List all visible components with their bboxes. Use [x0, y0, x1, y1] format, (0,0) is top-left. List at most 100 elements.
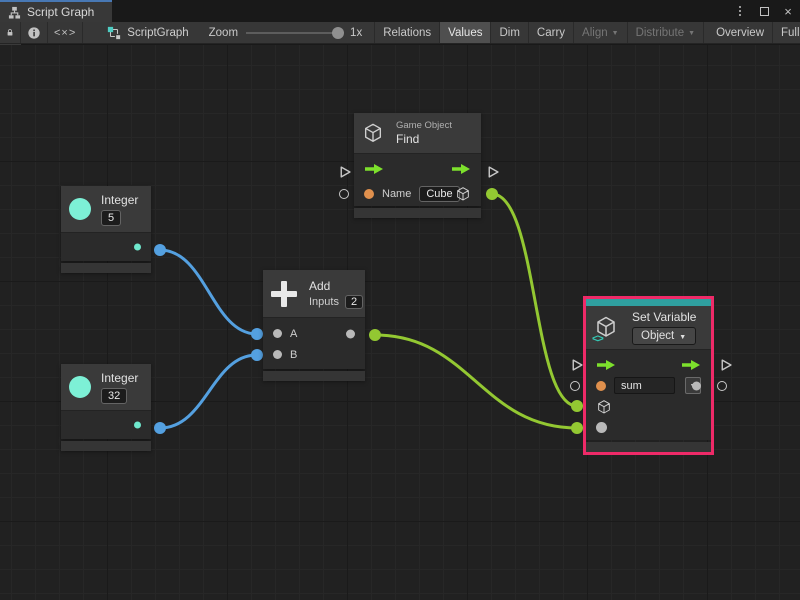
values-button[interactable]: Values	[440, 22, 491, 43]
node-title: Integer	[101, 371, 138, 385]
scope-value: Object	[641, 330, 674, 342]
find-flow-out-port[interactable]	[486, 165, 499, 178]
node-title: Add	[309, 279, 363, 293]
unity-script-graph-window: Script Graph ×	[0, 0, 800, 600]
wire-integer1-to-add-a[interactable]	[160, 250, 257, 334]
find-flow-in-port[interactable]	[338, 165, 351, 178]
gameobject-cube-icon	[362, 122, 384, 144]
distribute-button[interactable]: Distribute ▼	[628, 22, 705, 43]
wire-endpoint[interactable]	[251, 349, 263, 361]
overview-button[interactable]: Overview	[708, 22, 773, 43]
integer-value-field[interactable]: 5	[101, 210, 121, 226]
node-footer	[61, 263, 151, 273]
maximize-button[interactable]	[756, 3, 772, 19]
wire-find-to-setvariable-target[interactable]	[492, 194, 577, 406]
add-icon	[271, 281, 297, 307]
target-gameobject-port-cube-icon[interactable]	[596, 399, 612, 415]
chevron-down-icon: ▼	[679, 334, 686, 341]
setvariable-flow-in-port[interactable]	[570, 358, 583, 371]
zoom-slider-handle[interactable]	[332, 27, 344, 39]
wire-endpoint[interactable]	[154, 244, 166, 256]
tab-script-graph[interactable]: Script Graph	[0, 0, 112, 22]
wire-endpoint[interactable]	[571, 400, 583, 412]
zoom-slider[interactable]	[246, 32, 342, 34]
flow-out-arrow-icon[interactable]	[681, 359, 701, 371]
close-button[interactable]: ×	[780, 3, 796, 19]
dim-label: Dim	[499, 27, 519, 39]
node-footer	[354, 208, 481, 218]
setvariable-value-out-port-outer[interactable]	[717, 381, 727, 391]
zoom-value: 1x	[350, 27, 362, 39]
node-footer	[61, 441, 151, 451]
code-view-button[interactable]: <×>	[48, 22, 83, 43]
node-title: Set Variable	[632, 310, 696, 324]
setvariable-flow-out-port[interactable]	[719, 358, 732, 371]
flow-in-arrow-icon[interactable]	[364, 163, 384, 175]
wire-endpoint[interactable]	[369, 329, 381, 341]
port-b-label: B	[290, 349, 297, 361]
name-value-field[interactable]: Cube	[419, 186, 459, 202]
wire-endpoint[interactable]	[486, 188, 498, 200]
value-output-port[interactable]	[692, 381, 701, 390]
align-button[interactable]: Align ▼	[574, 22, 628, 43]
carry-label: Carry	[537, 27, 565, 39]
kebab-menu-icon	[739, 6, 741, 16]
integer-type-icon	[69, 198, 91, 220]
variable-kind-strip	[586, 299, 711, 306]
title-bar: Script Graph ×	[0, 0, 800, 22]
wire-endpoint[interactable]	[251, 328, 263, 340]
info-button[interactable]	[21, 22, 48, 43]
variable-name-port[interactable]	[596, 381, 606, 391]
wire-add-to-setvariable-value[interactable]	[375, 335, 577, 428]
sum-output-port[interactable]	[346, 329, 355, 338]
distribute-label: Distribute	[636, 27, 685, 39]
graph-canvas[interactable]: Integer 5 Integer 32	[0, 45, 800, 600]
script-graph-icon	[107, 26, 121, 40]
flow-out-arrow-icon[interactable]	[451, 163, 471, 175]
node-integer-1[interactable]: Integer 5	[61, 186, 151, 273]
node-integer-2[interactable]: Integer 32	[61, 364, 151, 451]
node-title: Find	[396, 132, 452, 146]
find-name-port-outer[interactable]	[339, 189, 349, 199]
window-menu-button[interactable]	[732, 3, 748, 19]
node-footer	[263, 371, 365, 381]
output-port[interactable]	[134, 422, 141, 429]
lock-icon	[6, 26, 14, 39]
node-add[interactable]: Add Inputs 2 A B	[263, 270, 365, 381]
maximize-icon	[760, 7, 769, 16]
inputs-label: Inputs	[309, 296, 339, 308]
tab-label: Script Graph	[27, 5, 94, 19]
flow-in-arrow-icon[interactable]	[596, 359, 616, 371]
node-title: Integer	[101, 193, 138, 207]
code-icon: <×>	[54, 27, 76, 39]
lock-button[interactable]	[0, 22, 21, 43]
graph-toolbar: <×> ScriptGraph Zoom 1x Relations Values…	[0, 22, 800, 44]
variable-name-field[interactable]: sum	[614, 377, 675, 394]
carry-button[interactable]: Carry	[529, 22, 574, 43]
values-label: Values	[448, 27, 482, 39]
variable-scope-dropdown[interactable]: Object ▼	[632, 327, 696, 345]
result-output-port-cube-icon[interactable]	[455, 186, 471, 202]
graph-name-group[interactable]: ScriptGraph	[97, 22, 198, 43]
graph-name-label: ScriptGraph	[127, 27, 188, 39]
code-brackets-icon: <>	[592, 333, 603, 345]
input-port-b[interactable]	[273, 350, 282, 359]
name-input-port[interactable]	[364, 189, 374, 199]
integer-value-field[interactable]: 32	[101, 388, 127, 404]
wire-integer2-to-add-b[interactable]	[160, 355, 257, 428]
chevron-down-icon: ▼	[612, 30, 619, 37]
node-set-variable[interactable]: <> Set Variable Object ▼	[583, 296, 714, 455]
setvariable-name-port-outer[interactable]	[570, 381, 580, 391]
dim-button[interactable]: Dim	[491, 22, 528, 43]
inputs-count-field[interactable]: 2	[345, 295, 363, 309]
window-controls: ×	[732, 0, 796, 22]
node-gameobject-find[interactable]: Game Object Find Name Cube	[354, 113, 481, 218]
wire-endpoint[interactable]	[571, 422, 583, 434]
input-port-a[interactable]	[273, 329, 282, 338]
output-port[interactable]	[134, 244, 141, 251]
relations-button[interactable]: Relations	[374, 22, 440, 43]
node-category: Game Object	[396, 120, 452, 131]
fullscreen-button[interactable]: Full Screen	[773, 22, 800, 43]
wire-endpoint[interactable]	[154, 422, 166, 434]
value-input-port[interactable]	[596, 422, 607, 433]
